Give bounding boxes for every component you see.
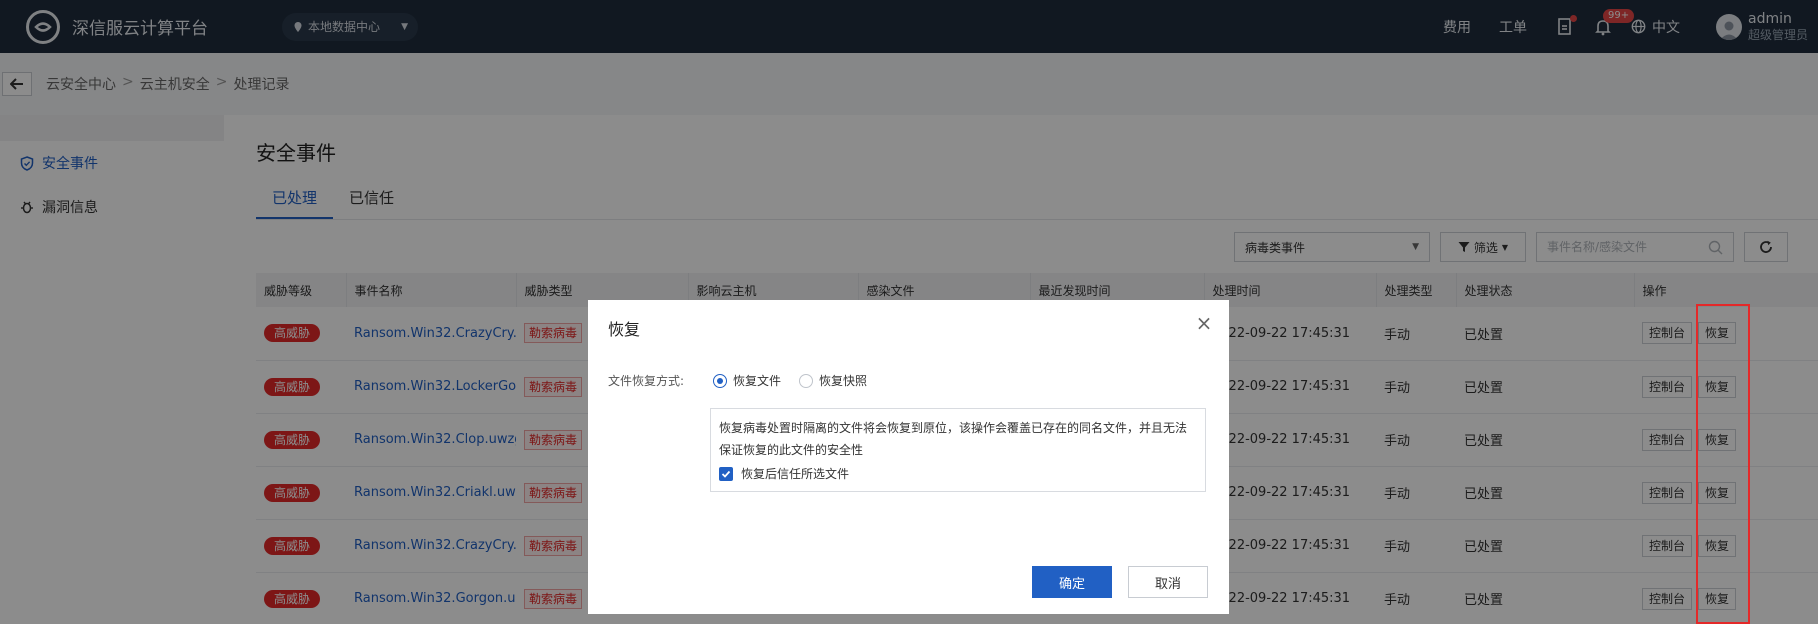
cancel-button[interactable]: 取消 [1128,566,1208,598]
restore-dialog: 恢复 × 文件恢复方式: 恢复文件 恢复快照 恢复病毒处置时隔离的文件将会恢复到… [588,300,1229,614]
checkbox-label: 恢复后信任所选文件 [741,467,850,481]
trust-file-checkbox[interactable]: 恢复后信任所选文件 [719,463,1197,485]
restore-mode-label: 文件恢复方式: [608,374,685,388]
radio-restore-file[interactable]: 恢复文件 [713,372,781,389]
close-icon[interactable]: × [1195,313,1213,333]
restore-info-text: 恢复病毒处置时隔离的文件将会恢复到原位，该操作会覆盖已存在的同名文件，并且无法保… [719,421,1188,457]
radio-unchecked-icon [799,373,814,388]
radio-restore-snapshot[interactable]: 恢复快照 [799,372,867,389]
restore-column-highlight [1696,304,1750,624]
radio-checked-icon [713,373,727,388]
restore-mode-radios: 恢复文件 恢复快照 [713,372,885,389]
radio-label: 恢复快照 [819,374,868,388]
checkbox-checked-icon [719,467,733,481]
dialog-title: 恢复 [608,320,641,339]
confirm-button[interactable]: 确定 [1032,566,1112,598]
restore-info-box: 恢复病毒处置时隔离的文件将会恢复到原位，该操作会覆盖已存在的同名文件，并且无法保… [710,408,1206,492]
radio-label: 恢复文件 [733,374,782,388]
